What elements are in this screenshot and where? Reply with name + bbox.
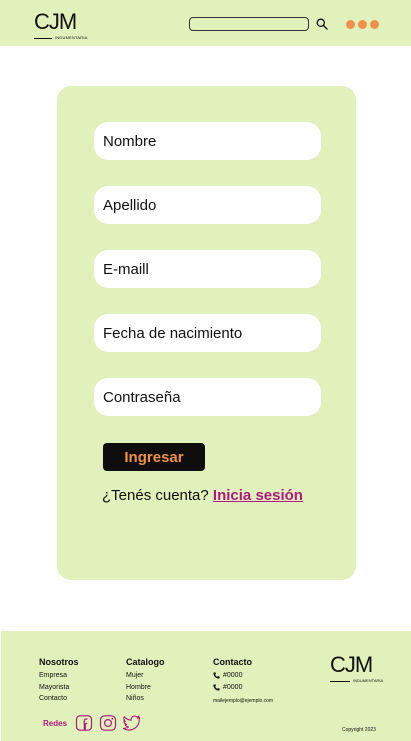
footer-link-hombre[interactable]: Hombre — [126, 682, 165, 694]
site-footer: Nosotros Empresa Mayorista Contacto Cata… — [1, 631, 411, 741]
social-links: Redes — [43, 715, 141, 731]
footer-email[interactable]: mailejemplo@ejemplo.com — [213, 696, 273, 708]
footer-column-title: Nosotros — [39, 657, 79, 667]
password-field[interactable] — [94, 378, 321, 416]
facebook-icon[interactable] — [75, 715, 93, 731]
footer-link-empresa[interactable]: Empresa — [39, 670, 79, 682]
lastname-field[interactable] — [94, 186, 321, 224]
menu-dots-icon[interactable] — [346, 20, 380, 29]
phone-icon — [213, 684, 220, 691]
brand-logo[interactable]: CJM INDUMENTARIA — [34, 9, 88, 41]
logo-rule — [34, 38, 52, 39]
logo-text: CJM — [34, 9, 77, 34]
footer-logo-text: CJM — [330, 652, 373, 677]
footer-column-title: Catalogo — [126, 657, 165, 667]
footer-link-ninos[interactable]: Niños — [126, 693, 165, 705]
login-link[interactable]: Inicia sesión — [213, 487, 303, 504]
footer-column-title: Contacto — [213, 657, 252, 667]
footer-link-mayorista[interactable]: Mayorista — [39, 682, 79, 694]
twitter-icon[interactable] — [122, 715, 141, 731]
social-label: Redes — [43, 718, 68, 728]
footer-phone: #0000 — [223, 683, 243, 691]
login-prompt: ¿Tenés cuenta? Inicia sesión — [102, 487, 303, 504]
footer-phone-row: #0000 — [213, 670, 273, 682]
logo-subtitle: INDUMENTARIA — [55, 35, 88, 40]
menu-dot — [346, 20, 355, 29]
footer-logo[interactable]: CJM INDUMENTARIA — [330, 654, 385, 686]
email-field[interactable] — [94, 250, 321, 288]
footer-phone: #0000 — [223, 672, 243, 679]
site-header: CJM INDUMENTARIA — [0, 0, 411, 46]
footer-column-nosotros: Nosotros Empresa Mayorista Contacto — [39, 657, 79, 705]
footer-phone-row: #0000 — [213, 682, 273, 694]
search-input[interactable] — [189, 17, 309, 31]
menu-dot — [358, 20, 367, 29]
footer-column-contacto: Contacto #0000 #0000 mailejemplo@ejemplo… — [213, 657, 273, 708]
submit-button[interactable]: Ingresar — [103, 443, 205, 471]
name-field[interactable] — [94, 122, 321, 160]
copyright-text: Copyright 2023 — [342, 727, 376, 733]
have-account-text: ¿Tenés cuenta? — [102, 487, 209, 504]
phone-icon — [213, 672, 220, 679]
search-icon[interactable] — [315, 17, 329, 31]
birthdate-field[interactable] — [94, 314, 321, 352]
footer-logo-rule — [330, 681, 350, 682]
menu-dot — [370, 20, 379, 29]
footer-logo-subtitle: INDUMENTARIA — [353, 678, 384, 683]
instagram-icon[interactable] — [99, 715, 117, 731]
footer-link-mujer[interactable]: Mujer — [126, 670, 165, 682]
footer-column-catalogo: Catalogo Mujer Hombre Niños — [126, 657, 165, 705]
footer-link-contacto[interactable]: Contacto — [39, 693, 79, 705]
